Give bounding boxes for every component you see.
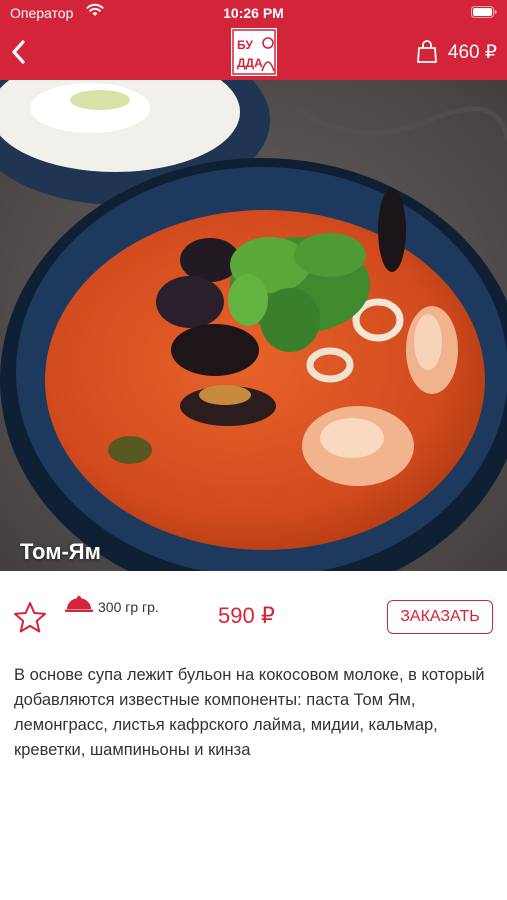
svg-text:ДДА: ДДА bbox=[237, 56, 263, 70]
dish-info-row: 300 гр гр. 590 ₽ ЗАКАЗАТЬ bbox=[0, 571, 507, 663]
status-bar: Оператор 10:26 PM bbox=[0, 0, 507, 26]
dish-title: Том-Ям bbox=[20, 539, 101, 564]
budda-logo: БУ ДДА bbox=[231, 28, 277, 76]
cart-button[interactable]: 460 ₽ bbox=[416, 38, 497, 66]
cloche-icon bbox=[65, 596, 93, 612]
order-button[interactable]: ЗАКАЗАТЬ bbox=[387, 600, 493, 634]
cart-total: 460 ₽ bbox=[447, 41, 497, 63]
battery-icon bbox=[471, 6, 497, 18]
shopping-bag-icon bbox=[417, 40, 437, 63]
dish-photo: Том-Ям bbox=[0, 80, 507, 571]
back-chevron-icon[interactable] bbox=[8, 38, 30, 66]
svg-text:БУ: БУ bbox=[237, 38, 253, 52]
star-icon[interactable] bbox=[12, 600, 48, 636]
dish-description: В основе супа лежит бульон на кокосовом … bbox=[14, 666, 485, 759]
dish-weight: 300 гр гр. bbox=[98, 599, 159, 615]
dish-price: 590 ₽ bbox=[218, 603, 275, 628]
status-time: 10:26 PM bbox=[223, 5, 284, 21]
top-bar: Оператор 10:26 PM БУ ДДА 460 ₽ bbox=[0, 0, 507, 80]
